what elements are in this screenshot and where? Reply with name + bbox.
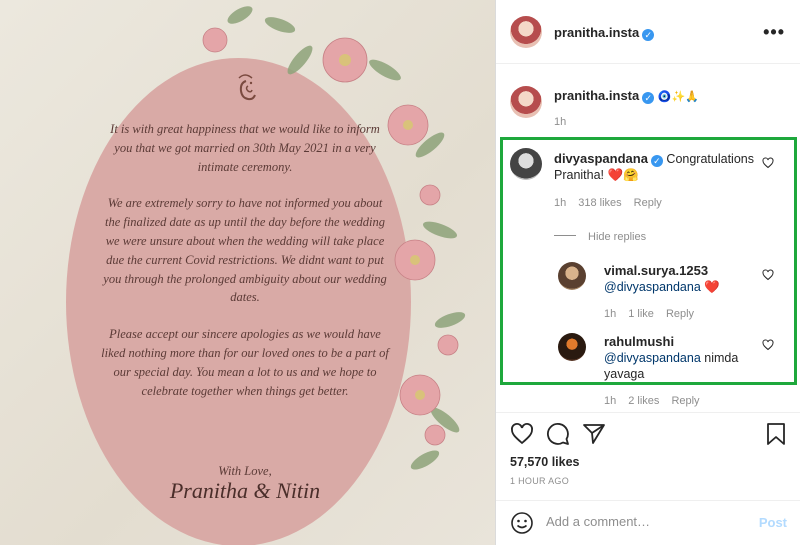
mention-link[interactable]: @divyaspandana <box>604 351 701 365</box>
reply-button[interactable]: Reply <box>634 197 662 209</box>
header-user: pranitha.insta ✓ <box>554 24 655 42</box>
post-comment-button[interactable]: Post <box>759 515 787 530</box>
caption-time[interactable]: 1h <box>554 116 566 128</box>
comment-composer: Post <box>496 500 800 545</box>
reply-emojis: ❤️ <box>704 280 720 294</box>
hide-replies-label[interactable]: Hide replies <box>588 231 646 243</box>
emoji-smiley-icon[interactable] <box>510 511 534 535</box>
comment-time[interactable]: 1h <box>554 197 566 209</box>
comment-likes[interactable]: 2 likes <box>628 395 659 407</box>
avatar[interactable] <box>510 16 542 48</box>
reply-button[interactable]: Reply <box>671 395 699 407</box>
reply-button[interactable]: Reply <box>666 308 694 320</box>
caption-emojis: 🧿✨🙏 <box>657 91 699 103</box>
comment-likes[interactable]: 1 like <box>628 308 654 320</box>
username-link[interactable]: pranitha.insta <box>554 25 639 40</box>
like-comment-heart-icon[interactable] <box>762 339 774 351</box>
username-link[interactable]: rahulmushi <box>604 334 674 349</box>
comment-emojis: ❤️🤗 <box>607 168 639 182</box>
post-time[interactable]: 1 HOUR AGO <box>510 476 569 486</box>
reply: rahulmushi @divyaspandana nimda yavaga <box>604 334 764 382</box>
verified-badge-icon: ✓ <box>642 92 655 104</box>
floral-decoration <box>202 6 466 470</box>
username-link[interactable]: divyaspandana <box>554 151 648 166</box>
comment-likes[interactable]: 318 likes <box>578 197 621 209</box>
mention-link[interactable]: @divyaspandana <box>604 280 701 294</box>
like-heart-icon[interactable] <box>510 422 534 446</box>
comment-time[interactable]: 1h <box>604 395 616 407</box>
verified-badge-icon: ✓ <box>642 29 655 41</box>
save-bookmark-icon[interactable] <box>764 422 788 446</box>
comment-meta: 1h 2 likes Reply <box>604 395 712 407</box>
avatar[interactable] <box>510 148 542 180</box>
share-paper-plane-icon[interactable] <box>582 422 606 446</box>
divider <box>554 235 576 237</box>
avatar[interactable] <box>558 262 586 290</box>
avatar[interactable] <box>510 86 542 118</box>
comment-input[interactable] <box>544 513 748 530</box>
post-header: pranitha.insta ✓ ••• <box>496 0 800 64</box>
comment: divyaspandana ✓ Congratulations Pranitha!… <box>554 151 754 183</box>
likes-count[interactable]: 57,570 likes <box>510 455 580 469</box>
post-image[interactable]: It is with great happiness that we would… <box>0 0 495 545</box>
post-sidebar: pranitha.insta ✓ ••• pranitha.insta ✓ 🧿✨🙏 … <box>495 0 800 545</box>
avatar[interactable] <box>558 333 586 361</box>
comment-meta: 1h 318 likes Reply <box>554 197 674 209</box>
action-bar <box>496 412 800 452</box>
username-link[interactable]: pranitha.insta <box>554 88 639 103</box>
hide-replies[interactable]: Hide replies <box>554 227 646 245</box>
like-comment-heart-icon[interactable] <box>762 157 774 169</box>
more-options-icon[interactable]: ••• <box>763 22 785 43</box>
like-comment-heart-icon[interactable] <box>762 269 774 281</box>
username-link[interactable]: vimal.surya.1253 <box>604 263 708 278</box>
comment-meta: 1h 1 like Reply <box>604 308 706 320</box>
reply: vimal.surya.1253 @divyaspandana ❤️ <box>604 263 764 295</box>
comment-bubble-icon[interactable] <box>546 422 570 446</box>
caption: pranitha.insta ✓ 🧿✨🙏 <box>554 88 699 104</box>
comment-time[interactable]: 1h <box>604 308 616 320</box>
verified-badge-icon: ✓ <box>650 155 663 167</box>
